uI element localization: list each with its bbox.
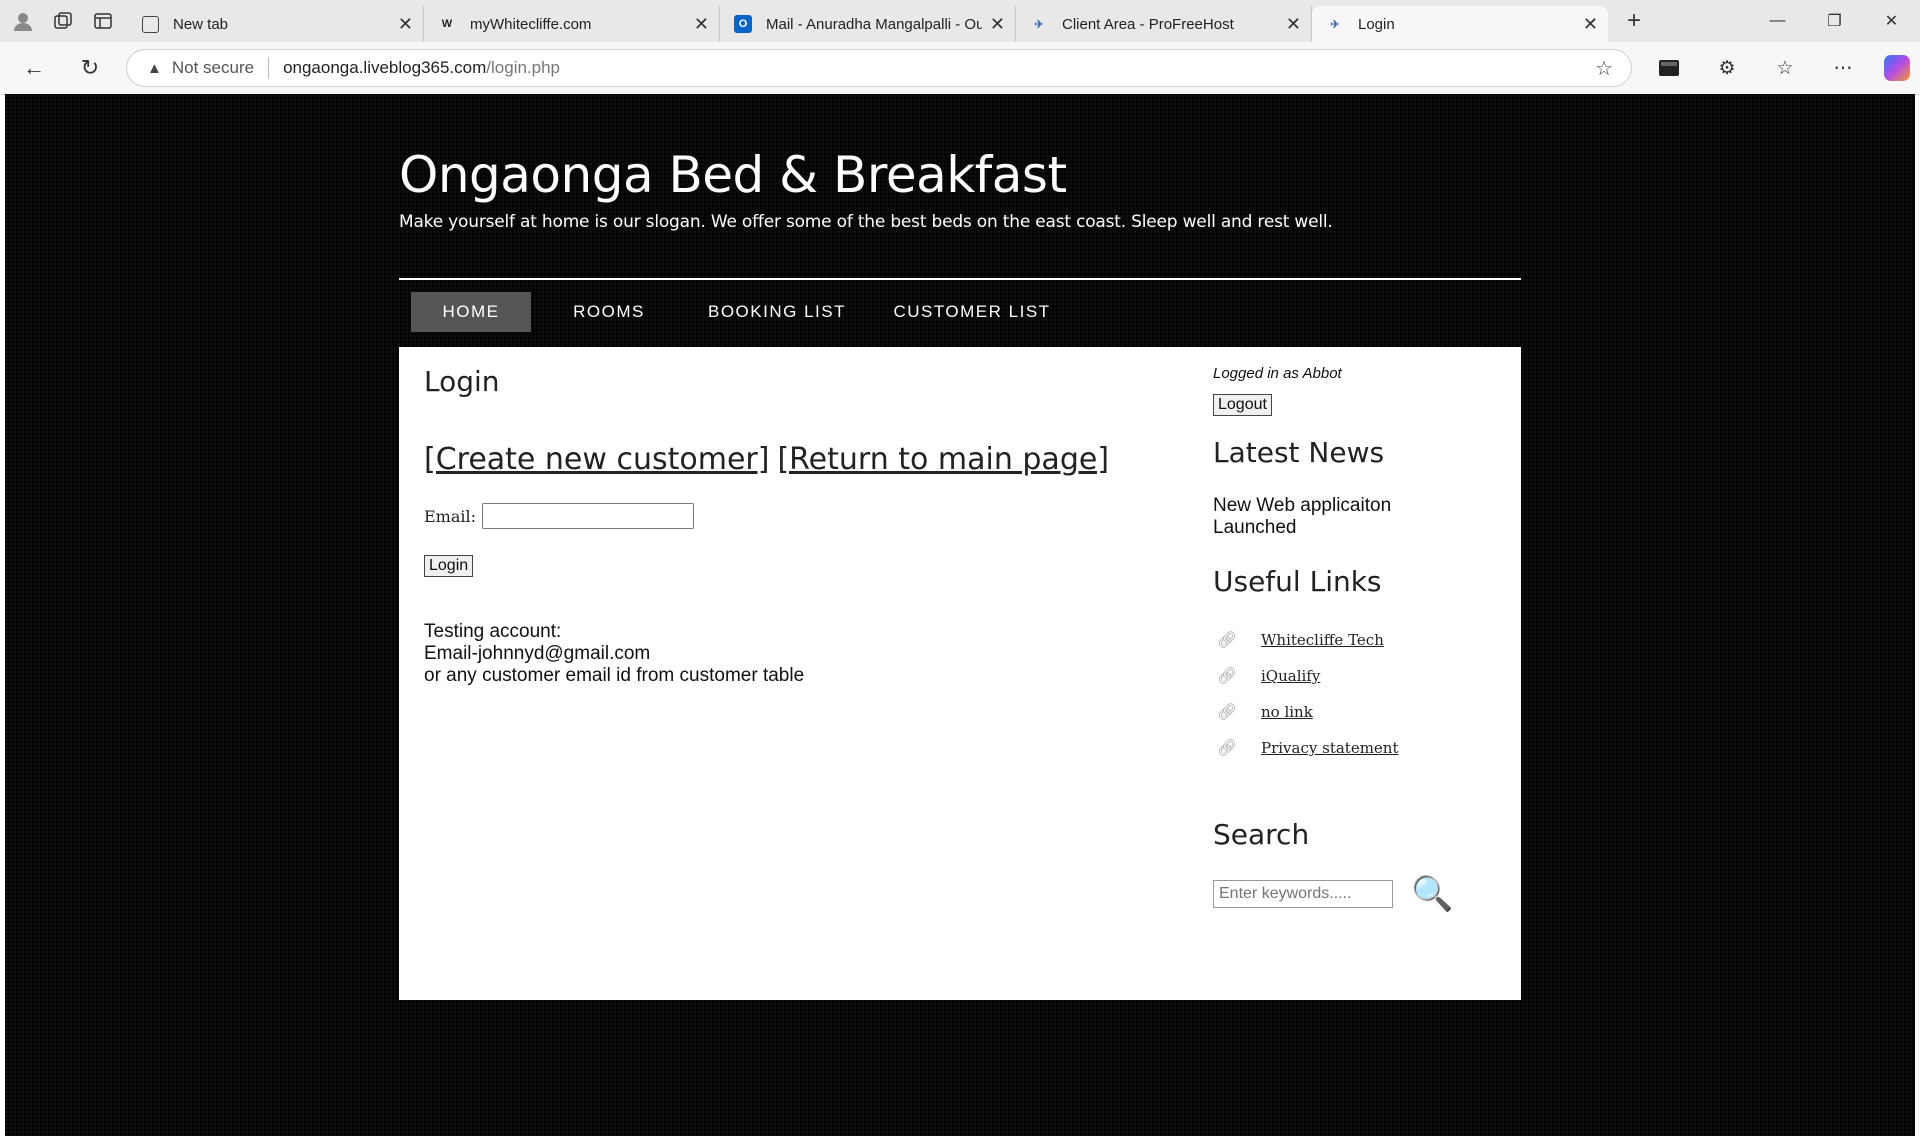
create-customer-link[interactable]: [Create new customer] bbox=[424, 442, 769, 477]
page-title: Login bbox=[424, 365, 500, 398]
window-close-icon[interactable]: ✕ bbox=[1863, 0, 1920, 42]
login-button[interactable]: Login bbox=[424, 555, 474, 577]
favorites-icon[interactable]: ☆ bbox=[1756, 57, 1814, 80]
profile-icon[interactable] bbox=[6, 4, 40, 38]
news-item: New Web applicaiton Launched bbox=[1213, 495, 1392, 538]
tab-title: Client Area - ProFreeHost bbox=[1062, 15, 1234, 33]
search-heading: Search bbox=[1213, 818, 1310, 851]
latest-news-heading: Latest News bbox=[1213, 436, 1385, 469]
profreehost-icon: ✈ bbox=[1330, 18, 1340, 31]
menu-booking-list[interactable]: BOOKING LIST bbox=[687, 292, 867, 332]
main-column: Login [Create new customer] [Return to ma… bbox=[424, 365, 1144, 687]
list-item: 🔗︎ Privacy statement bbox=[1213, 730, 1503, 766]
restore-icon[interactable]: ❐ bbox=[1806, 0, 1863, 42]
tab-title: Mail - Anuradha Mangalpalli - Ou bbox=[766, 15, 982, 33]
note-line: Email-johnnyd@gmail.com bbox=[424, 643, 651, 664]
logout-button[interactable]: Logout bbox=[1213, 394, 1272, 416]
url-host: ongaonga.liveblog365.com bbox=[283, 58, 487, 77]
more-icon[interactable]: ⋯ bbox=[1814, 57, 1872, 80]
logged-in-status: Logged in as Abbot bbox=[1213, 365, 1342, 382]
useful-link[interactable]: Whitecliffe Tech bbox=[1261, 631, 1384, 649]
useful-link[interactable]: iQualify bbox=[1261, 667, 1320, 685]
url-path: /login.php bbox=[486, 58, 561, 77]
menu-home[interactable]: HOME bbox=[411, 292, 531, 332]
paperclip-icon: 🔗︎ bbox=[1217, 704, 1238, 721]
header-divider bbox=[399, 278, 1521, 280]
useful-link[interactable]: Privacy statement bbox=[1261, 739, 1398, 757]
search-input[interactable] bbox=[1213, 880, 1393, 908]
return-main-link[interactable]: [Return to main page] bbox=[777, 442, 1109, 477]
testing-note: Testing account: Email-johnnyd@gmail.com… bbox=[424, 621, 1144, 687]
close-icon[interactable]: ✕ bbox=[990, 14, 1005, 35]
tab-title: Login bbox=[1358, 15, 1395, 33]
note-line: or any customer email id from customer t… bbox=[424, 665, 805, 686]
security-label: Not secure bbox=[171, 58, 255, 77]
tab-title: New tab bbox=[173, 15, 229, 33]
main-menu: HOME ROOMS BOOKING LIST CUSTOMER LIST bbox=[411, 292, 1077, 332]
outlook-icon: O bbox=[734, 15, 752, 33]
tab-mail[interactable]: O Mail - Anuradha Mangalpalli - Ou ✕ bbox=[720, 6, 1016, 42]
tab-strip: New tab ✕ W myWhitecliffe.com ✕ O Mail -… bbox=[0, 0, 1920, 42]
whitecliffe-icon: W bbox=[441, 18, 453, 30]
useful-links-heading: Useful Links bbox=[1213, 565, 1382, 598]
warning-icon: ▲ bbox=[147, 59, 162, 77]
tab-actions-icon[interactable] bbox=[86, 4, 120, 38]
useful-links-list: 🔗︎ Whitecliffe Tech 🔗︎ iQualify 🔗︎ no link … bbox=[1213, 622, 1503, 766]
tab-login[interactable]: ✈ Login ✕ bbox=[1312, 6, 1608, 42]
extensions-icon[interactable]: ⚙ bbox=[1698, 57, 1756, 80]
menu-rooms[interactable]: ROOMS bbox=[531, 292, 687, 332]
email-label: Email: bbox=[424, 506, 477, 526]
profreehost-icon: ✈ bbox=[1034, 18, 1044, 31]
email-field[interactable] bbox=[482, 503, 695, 529]
new-tab-icon bbox=[142, 15, 159, 33]
back-icon[interactable]: ← bbox=[14, 48, 54, 88]
email-row: Email: bbox=[424, 503, 1144, 529]
favorite-star-icon[interactable]: ☆ bbox=[1595, 56, 1613, 81]
search-icon[interactable]: 🔍 bbox=[1411, 877, 1453, 911]
terminal-icon[interactable] bbox=[1640, 60, 1698, 76]
menu-customer-list[interactable]: CUSTOMER LIST bbox=[867, 292, 1077, 332]
useful-link[interactable]: no link bbox=[1261, 703, 1313, 721]
list-item: 🔗︎ iQualify bbox=[1213, 658, 1503, 694]
minimize-icon[interactable]: — bbox=[1749, 0, 1806, 42]
url-field[interactable]: ▲ Not secure ongaonga.liveblog365.com/lo… bbox=[126, 49, 1632, 87]
paperclip-icon: 🔗︎ bbox=[1217, 668, 1238, 685]
copilot-icon[interactable] bbox=[1884, 55, 1910, 81]
content-panel: Login [Create new customer] [Return to ma… bbox=[399, 347, 1521, 1000]
sidebar: Logged in as Abbot Logout Latest News Ne… bbox=[1213, 365, 1503, 911]
list-item: 🔗︎ Whitecliffe Tech bbox=[1213, 622, 1503, 658]
note-line: Testing account: bbox=[424, 621, 562, 642]
site-slogan: Make yourself at home is our slogan. We … bbox=[399, 212, 1333, 232]
paperclip-icon: 🔗︎ bbox=[1217, 740, 1238, 757]
divider bbox=[268, 57, 270, 79]
refresh-icon[interactable]: ↻ bbox=[70, 48, 110, 88]
tab-client-area[interactable]: ✈ Client Area - ProFreeHost ✕ bbox=[1016, 6, 1312, 42]
paperclip-icon: 🔗︎ bbox=[1217, 632, 1238, 649]
close-icon[interactable]: ✕ bbox=[398, 14, 413, 35]
action-links: [Create new customer] [Return to main pag… bbox=[424, 442, 1144, 477]
close-icon[interactable]: ✕ bbox=[1286, 14, 1301, 35]
page-viewport: Ongaonga Bed & Breakfast Make yourself a… bbox=[5, 94, 1915, 1136]
list-item: 🔗︎ no link bbox=[1213, 694, 1503, 730]
close-icon[interactable]: ✕ bbox=[694, 14, 709, 35]
new-tab-button[interactable]: + bbox=[1614, 3, 1654, 39]
tab-title: myWhitecliffe.com bbox=[470, 15, 592, 33]
site-title: Ongaonga Bed & Breakfast bbox=[399, 146, 1067, 204]
search-row: 🔍 bbox=[1213, 877, 1503, 911]
collections-icon[interactable] bbox=[46, 4, 80, 38]
tab-mywhitecliffe[interactable]: W myWhitecliffe.com ✕ bbox=[424, 6, 720, 42]
tab-new-tab[interactable]: New tab ✕ bbox=[128, 6, 424, 42]
address-bar: ← ↻ ▲ Not secure ongaonga.liveblog365.co… bbox=[0, 42, 1920, 95]
close-icon[interactable]: ✕ bbox=[1583, 14, 1598, 35]
